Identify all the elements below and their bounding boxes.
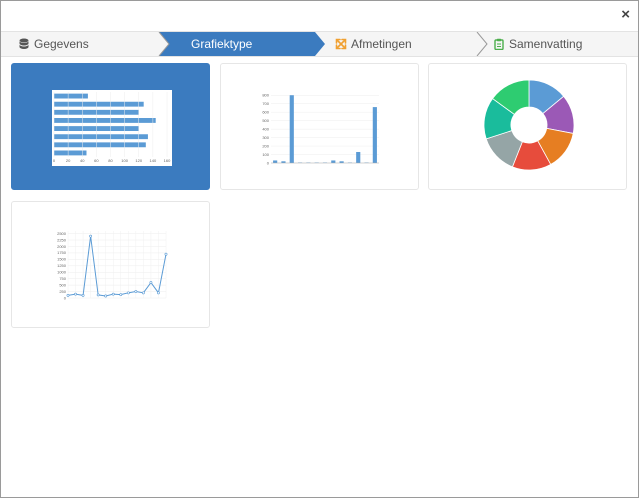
tick-label: 700 [262, 101, 269, 106]
tile-vertical-bar-chart[interactable]: 0 100 200 300 400 500 600 700 800 [220, 63, 419, 190]
chart-preview: 0250 5007501000 12501500 17502000 22502500 [57, 231, 168, 300]
data-point [96, 293, 100, 297]
resize-arrows-icon [335, 38, 347, 50]
wizard-steps: Gegevens Grafiektype Afmetingen Samenvat… [1, 31, 638, 57]
tick-label: 140 [150, 158, 157, 163]
tick-label: 1000 [57, 270, 67, 275]
data-point [81, 294, 85, 297]
wizard-step-label: Samenvatting [509, 37, 583, 51]
wizard-step-chart-type[interactable]: Grafiektype [191, 32, 252, 56]
tick-label: 600 [262, 109, 269, 114]
bar [54, 101, 144, 107]
chart-preview: 0 20 40 60 80 100 120 140 160 [52, 90, 172, 166]
tile-donut-chart[interactable] [428, 63, 627, 190]
tick-label: 40 [80, 158, 85, 163]
data-point [126, 291, 130, 295]
tick-label: 800 [262, 93, 269, 98]
bar [289, 95, 294, 163]
tick-label: 80 [108, 158, 113, 163]
bar [339, 161, 344, 163]
tick-label: 300 [262, 135, 269, 140]
close-button[interactable]: × [621, 6, 630, 24]
tick-label: 200 [262, 143, 269, 148]
tick-label: 2500 [57, 231, 67, 236]
wizard-step-label: Gegevens [34, 37, 89, 51]
wizard-step-summary[interactable]: Samenvatting [493, 32, 582, 56]
wizard-step-data[interactable]: Gegevens [18, 32, 89, 56]
bar [331, 160, 336, 163]
data-point [141, 291, 145, 295]
data-point [66, 294, 70, 297]
clipboard-icon [494, 38, 504, 50]
tick-label: 2250 [57, 237, 67, 242]
chart-preview: 0 100 200 300 400 500 600 700 800 [262, 93, 379, 165]
tile-line-chart[interactable]: 0 250 500 750 1000 1250 1500 1750 2000 2250 2500 [11, 201, 210, 328]
data-point [149, 281, 153, 284]
chart-preview [483, 79, 575, 171]
data-point [74, 292, 77, 296]
bar [273, 160, 278, 163]
tick-label: 750 [59, 276, 66, 281]
wizard-step-dimensions[interactable]: Afmetingen [335, 32, 412, 56]
tick-label: 1500 [57, 257, 67, 262]
data-point [157, 291, 160, 295]
tick-label: 160 [164, 158, 171, 163]
bar [54, 118, 156, 123]
bar [54, 93, 88, 99]
wizard-step-label: Grafiektype [191, 37, 253, 51]
tick-label: 100 [121, 158, 128, 163]
data-point [164, 252, 168, 256]
data-point [89, 234, 93, 238]
tick-label: 60 [94, 158, 99, 163]
tick-label: 0 [64, 295, 67, 300]
tick-label: 400 [262, 126, 269, 131]
bar [372, 107, 377, 163]
series-line [67, 236, 167, 297]
tick-label: 250 [59, 289, 66, 294]
database-icon [19, 38, 29, 49]
bar [281, 161, 286, 163]
tick-label: 2000 [57, 244, 67, 249]
data-point [134, 290, 138, 293]
tick-label: 1750 [57, 250, 67, 255]
tile-horizontal-bar-chart[interactable]: 0 20 40 60 80 100 120 140 160 [11, 63, 210, 190]
tick-label: 500 [262, 118, 269, 123]
chart-wizard-modal: × Gegevens Grafiektype Afmetingen Samenv… [0, 0, 639, 498]
bar [54, 142, 146, 148]
step-separator [158, 32, 170, 56]
tick-label: 120 [135, 158, 142, 163]
tick-label: 1250 [57, 263, 67, 268]
data-point [104, 294, 108, 298]
tick-label: 0 [267, 160, 270, 165]
wizard-step-label: Afmetingen [351, 37, 412, 51]
bar [54, 150, 87, 156]
data-point [119, 293, 123, 297]
tick-label: 100 [262, 152, 269, 157]
bar [356, 151, 361, 163]
step-separator [476, 32, 488, 56]
tick-label: 20 [66, 158, 71, 163]
data-point [111, 292, 115, 296]
tick-label: 500 [59, 282, 66, 287]
